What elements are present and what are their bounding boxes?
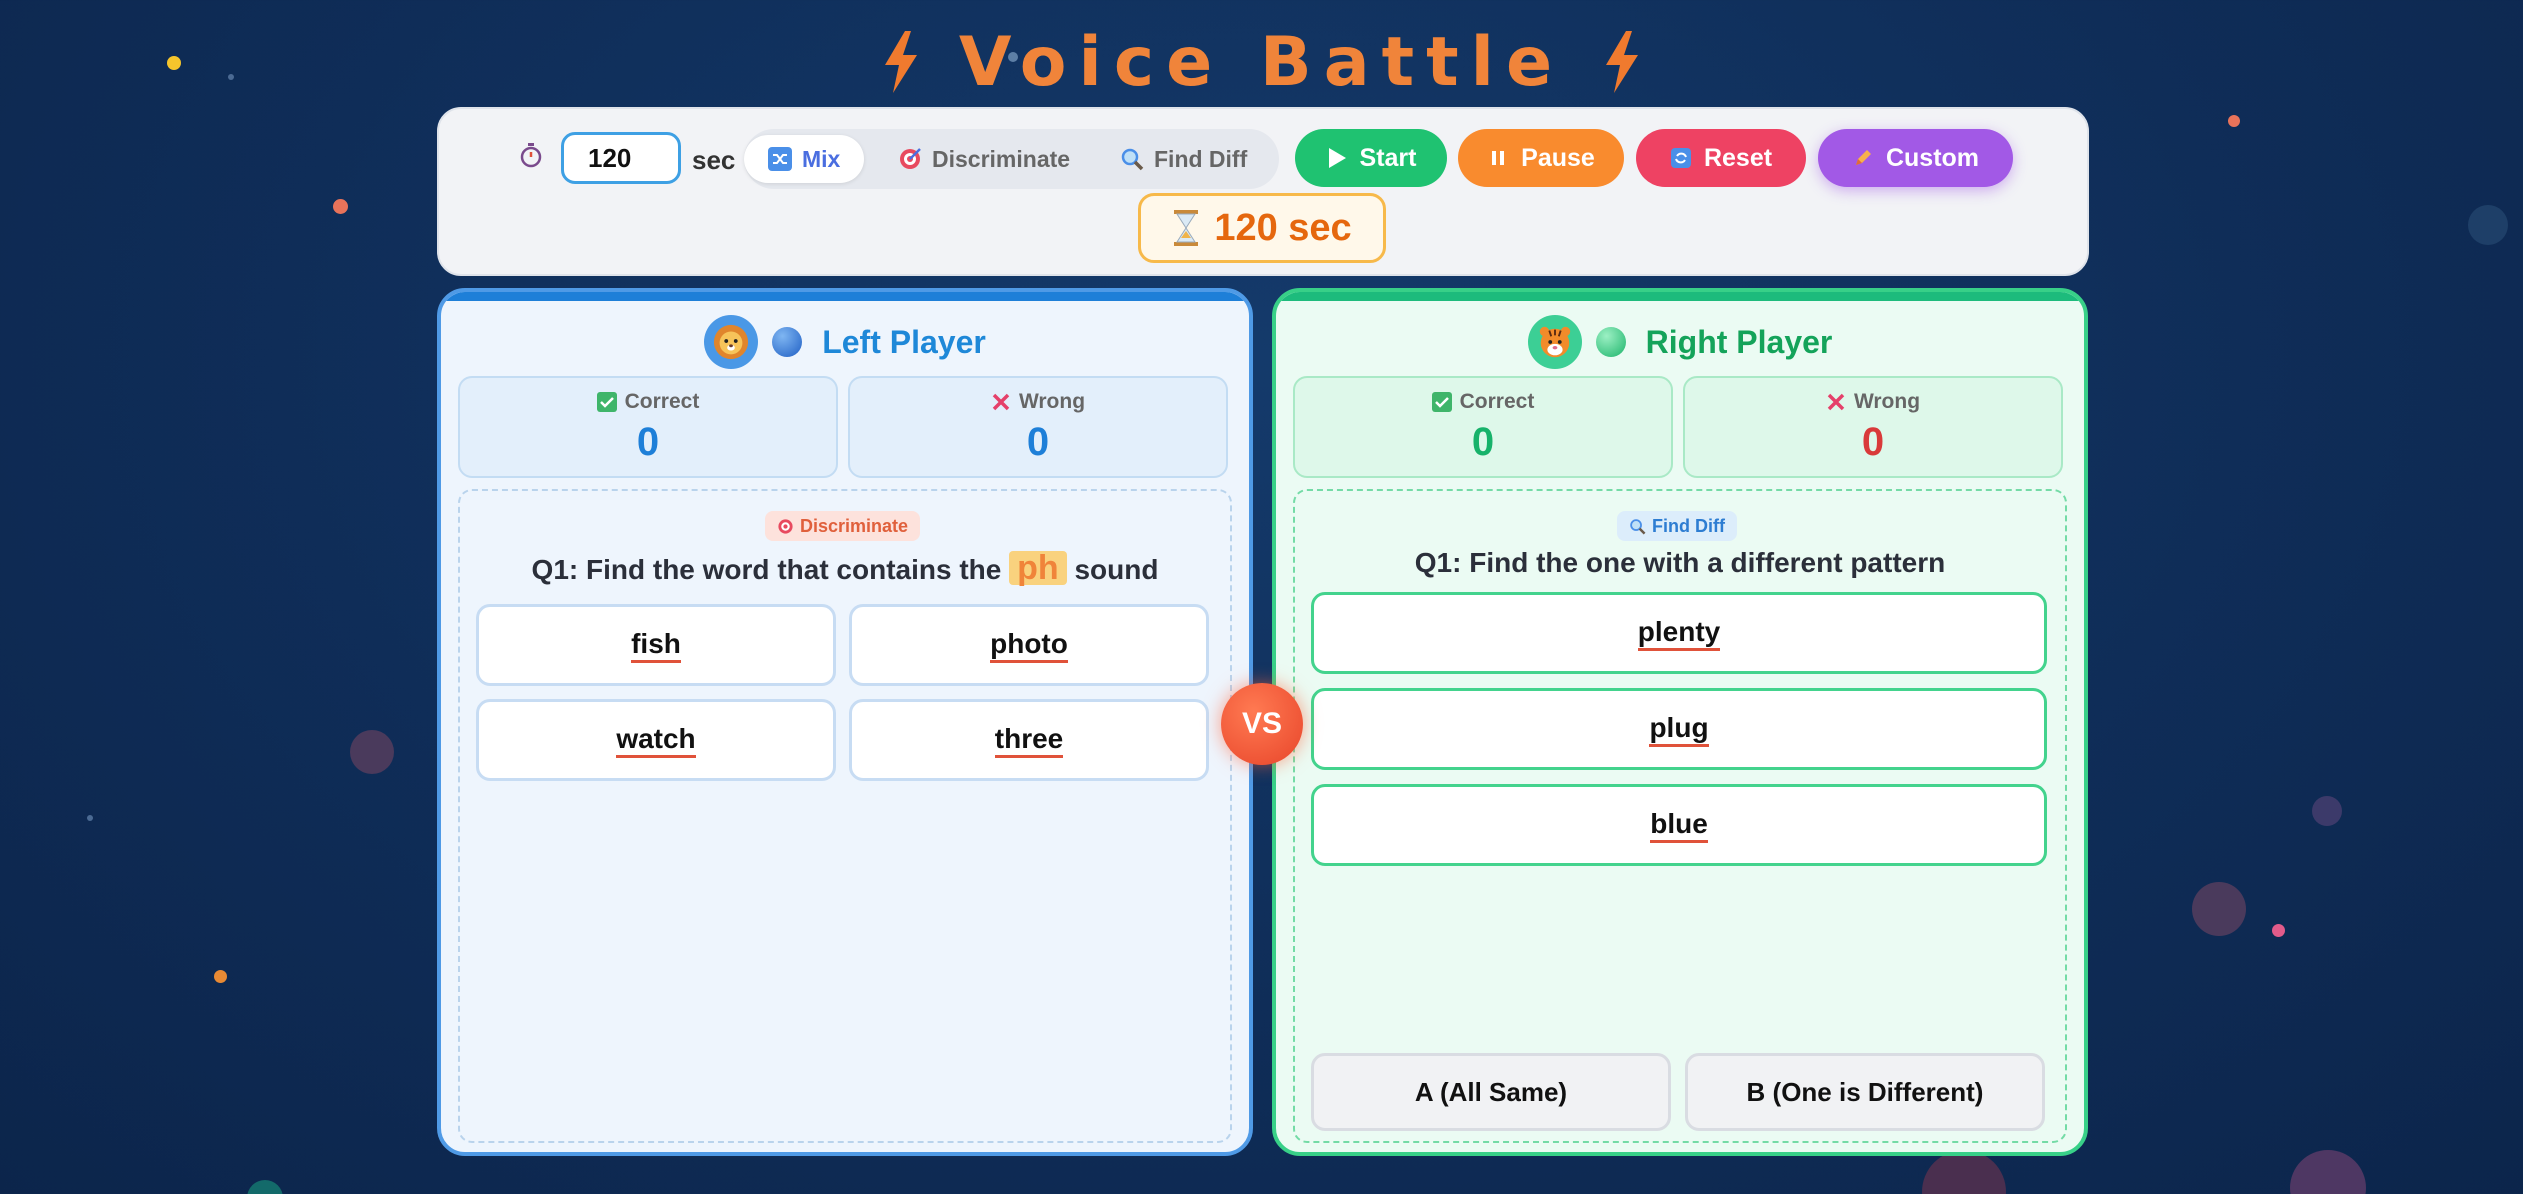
mode-selector: Mix Discriminate Find Diff bbox=[744, 129, 1279, 189]
check-icon bbox=[596, 392, 617, 412]
hourglass-icon bbox=[1174, 210, 1199, 246]
answer-option[interactable]: blue bbox=[1311, 784, 2047, 866]
magnifier-icon bbox=[1630, 518, 1646, 534]
pause-icon bbox=[1492, 151, 1505, 165]
time-limit-input[interactable] bbox=[561, 132, 681, 184]
panel-accent-bar bbox=[1276, 292, 2084, 301]
question-text: Q1: Find the word that contains the ph s… bbox=[460, 551, 1230, 586]
cross-icon bbox=[1827, 393, 1845, 411]
custom-label: Custom bbox=[1885, 143, 1980, 172]
custom-button[interactable]: Custom bbox=[1818, 129, 2013, 187]
app-title: Voice Battle bbox=[958, 22, 1565, 102]
player-header: Right Player bbox=[1276, 314, 2084, 370]
panel-accent-bar bbox=[441, 292, 1249, 301]
question-text: Q1: Find the one with a different patter… bbox=[1414, 547, 1946, 578]
question-tag-label: Find Diff bbox=[1652, 515, 1725, 536]
correct-count: 0 bbox=[636, 420, 660, 464]
right-player-panel: Right Player Correct 0 Wrong 0 Find Diff… bbox=[1272, 288, 2088, 1156]
play-icon bbox=[1328, 148, 1346, 168]
player-name: Right Player bbox=[1645, 323, 1833, 360]
option-text: plenty bbox=[1637, 616, 1721, 651]
start-label: Start bbox=[1359, 143, 1417, 172]
mode-mix-label: Mix bbox=[802, 145, 841, 172]
lion-icon bbox=[714, 324, 749, 360]
answer-option[interactable]: three bbox=[849, 699, 1209, 781]
target-icon bbox=[900, 148, 921, 169]
player-name: Left Player bbox=[822, 323, 986, 360]
question-area: Discriminate Q1: Find the word that cont… bbox=[458, 489, 1232, 1143]
answer-option[interactable]: plug bbox=[1311, 688, 2047, 770]
sec-label: sec bbox=[692, 145, 736, 175]
question-type-tag: Find Diff bbox=[1617, 511, 1737, 541]
answer-a-button[interactable]: A (All Same) bbox=[1311, 1053, 1671, 1131]
mode-discriminate-button[interactable]: Discriminate bbox=[874, 135, 1094, 183]
wrong-stat: Wrong 0 bbox=[1683, 376, 2063, 478]
question-prefix: Q1: Find the word that contains the bbox=[531, 554, 1002, 585]
timer-text: 120 sec bbox=[1214, 206, 1352, 249]
option-text: blue bbox=[1650, 808, 1708, 843]
tiger-icon bbox=[1539, 326, 1570, 358]
avatar bbox=[1527, 315, 1582, 369]
shuffle-icon bbox=[768, 147, 792, 171]
wrong-count: 0 bbox=[1861, 420, 1885, 464]
wrong-label: Wrong bbox=[1018, 390, 1086, 413]
pencil-icon bbox=[1855, 150, 1871, 165]
control-toolbar: sec Mix Discriminate bbox=[437, 107, 2089, 276]
refresh-icon bbox=[1670, 148, 1691, 168]
reset-label: Reset bbox=[1703, 143, 1773, 172]
pause-label: Pause bbox=[1521, 143, 1595, 172]
player-color-icon bbox=[772, 327, 803, 357]
mode-mix-button[interactable]: Mix bbox=[744, 135, 865, 183]
cross-icon bbox=[992, 393, 1010, 411]
mode-discriminate-label: Discriminate bbox=[932, 145, 1071, 172]
answer-option[interactable]: photo bbox=[849, 604, 1209, 686]
target-sound: ph bbox=[1009, 551, 1067, 585]
correct-label: Correct bbox=[1459, 390, 1535, 413]
mode-find-diff-button[interactable]: Find Diff bbox=[1096, 135, 1271, 183]
wrong-count: 0 bbox=[1026, 420, 1050, 464]
lightning-icon bbox=[884, 31, 917, 93]
answer-b-button[interactable]: B (One is Different) bbox=[1685, 1053, 2045, 1131]
question-type-tag: Discriminate bbox=[765, 511, 921, 541]
magnifier-icon bbox=[1121, 148, 1144, 171]
pause-button[interactable]: Pause bbox=[1458, 129, 1624, 187]
option-text: plug bbox=[1649, 712, 1709, 747]
correct-count: 0 bbox=[1471, 420, 1495, 464]
answer-option[interactable]: plenty bbox=[1311, 592, 2047, 674]
start-button[interactable]: Start bbox=[1295, 129, 1447, 187]
option-text: three bbox=[994, 723, 1064, 758]
mode-find-diff-label: Find Diff bbox=[1154, 145, 1248, 172]
vs-badge: VS bbox=[1221, 683, 1303, 765]
option-text: watch bbox=[616, 723, 696, 758]
stopwatch-icon bbox=[520, 143, 542, 168]
answer-option[interactable]: watch bbox=[476, 699, 836, 781]
correct-label: Correct bbox=[624, 390, 700, 413]
option-text: photo bbox=[990, 628, 1068, 663]
app-header: Voice Battle bbox=[0, 22, 2523, 102]
wrong-stat: Wrong 0 bbox=[848, 376, 1228, 478]
countdown-timer: 120 sec bbox=[1138, 193, 1386, 263]
player-header: Left Player bbox=[441, 314, 1249, 370]
check-icon bbox=[1431, 392, 1452, 412]
reset-button[interactable]: Reset bbox=[1636, 129, 1806, 187]
correct-stat: Correct 0 bbox=[458, 376, 838, 478]
question-suffix: sound bbox=[1074, 554, 1159, 585]
correct-stat: Correct 0 bbox=[1293, 376, 1673, 478]
left-player-panel: Left Player Correct 0 Wrong 0 Discrimina… bbox=[437, 288, 1253, 1156]
avatar bbox=[704, 315, 759, 369]
player-color-icon bbox=[1595, 327, 1626, 357]
target-icon bbox=[778, 518, 793, 534]
answer-option[interactable]: fish bbox=[476, 604, 836, 686]
question-tag-label: Discriminate bbox=[800, 515, 909, 536]
wrong-label: Wrong bbox=[1853, 390, 1921, 413]
option-text: fish bbox=[631, 628, 681, 663]
lightning-icon bbox=[1606, 31, 1639, 93]
question-area: Find Diff Q1: Find the one with a differ… bbox=[1293, 489, 2067, 1143]
